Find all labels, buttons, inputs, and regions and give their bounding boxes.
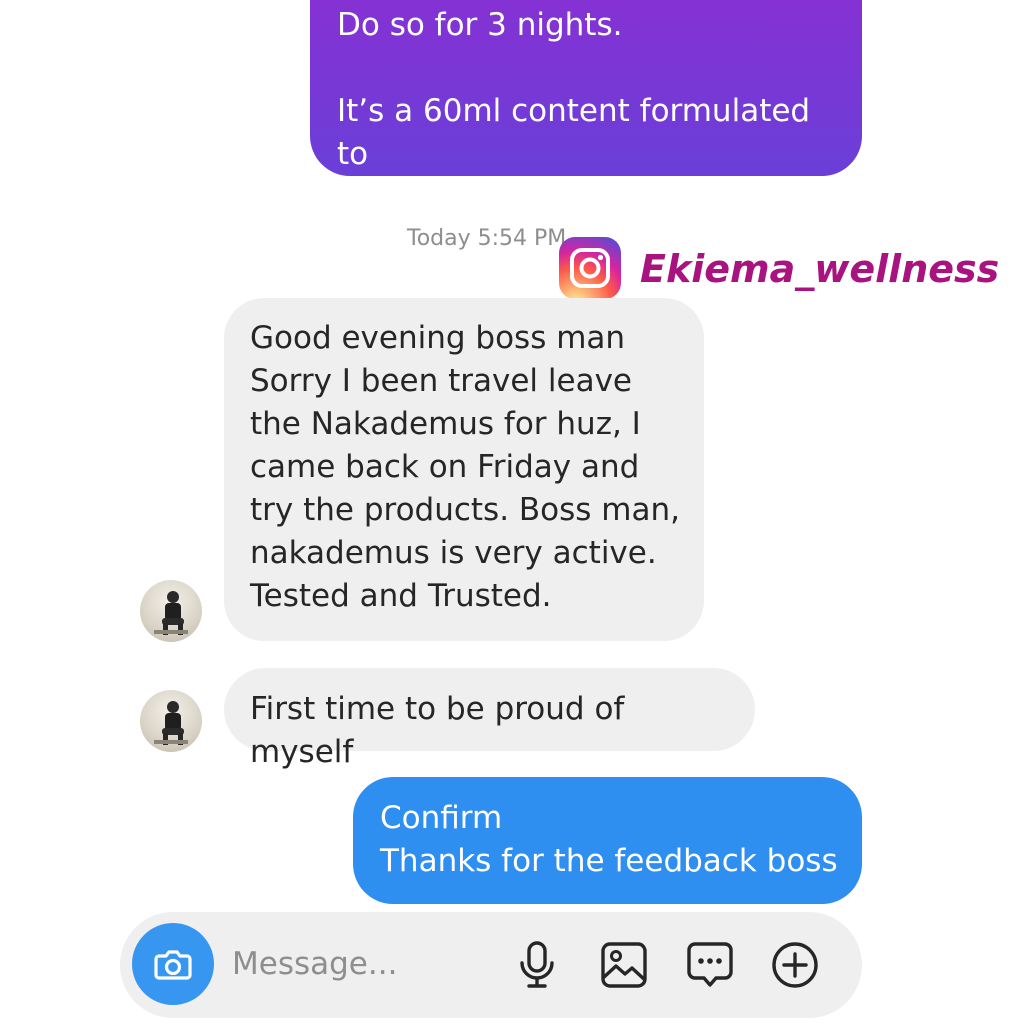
image-icon — [601, 942, 647, 988]
message-input[interactable] — [232, 940, 492, 988]
sender-avatar[interactable] — [140, 690, 202, 752]
plus-circle-icon — [772, 942, 818, 988]
more-options-button[interactable] — [768, 938, 822, 992]
outgoing-message-bubble-dosage[interactable]: Do so for 3 nights. It’s a 60ml content … — [310, 0, 862, 215]
camera-button[interactable] — [132, 923, 214, 1005]
outgoing-message-bubble-confirm[interactable]: Confirm Thanks for the feedback boss — [353, 777, 862, 904]
message-composer — [120, 912, 862, 1018]
incoming-message-bubble-feedback[interactable]: Good evening boss man Sorry I been trave… — [224, 298, 704, 641]
watermark-handle: Ekiema_wellness — [640, 247, 1000, 291]
incoming-message-bubble-proud[interactable]: First time to be proud of myself — [224, 668, 755, 770]
instagram-logo-icon — [559, 237, 621, 299]
microphone-icon — [520, 941, 554, 988]
sender-avatar[interactable] — [140, 580, 202, 642]
sticker-button[interactable] — [683, 938, 737, 992]
message-timestamp: Today 5:54 PM — [407, 226, 567, 251]
gallery-button[interactable] — [597, 938, 651, 992]
microphone-button[interactable] — [510, 938, 564, 992]
camera-icon — [154, 950, 192, 980]
sticker-icon — [687, 942, 733, 987]
